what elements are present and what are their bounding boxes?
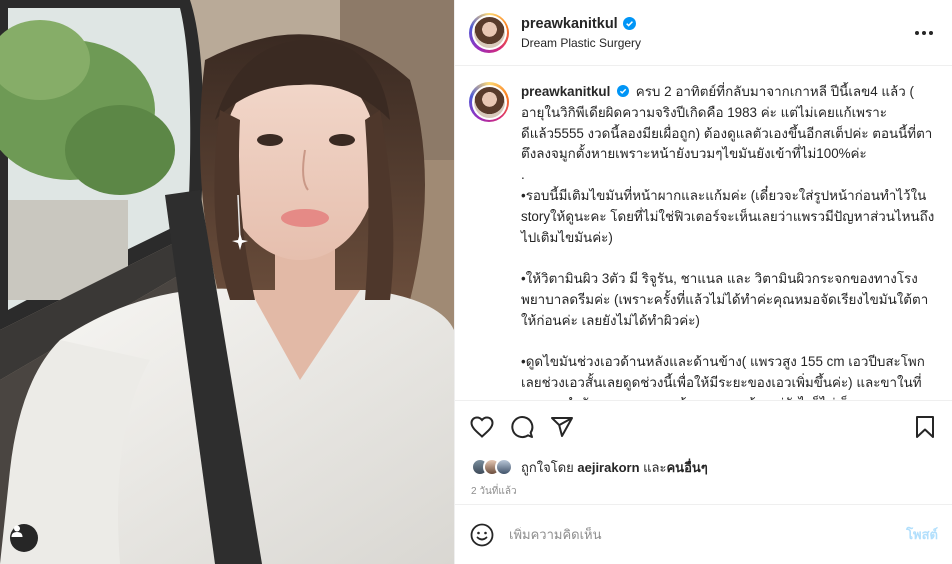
author-avatar[interactable] [469, 12, 509, 53]
bookmark-icon[interactable] [912, 414, 938, 440]
likes-prefix: ถูกใจโดย [521, 459, 578, 475]
caption-line [521, 248, 936, 269]
emoji-icon[interactable] [469, 522, 495, 548]
post-header: preawkanitkul Dream Plastic Surgery [455, 0, 952, 66]
comment-bar: โพสต์ [455, 504, 952, 564]
avatar [495, 458, 513, 476]
send-icon[interactable] [549, 414, 575, 440]
caption-line: •ให้วิตามินผิว 3ตัว มี ริจูรัน, ชาแนล แล… [521, 271, 929, 328]
caption-line: . [521, 167, 525, 183]
caption-line [521, 332, 936, 353]
action-bar [455, 400, 952, 452]
post-details-panel: preawkanitkul Dream Plastic Surgery prea… [454, 0, 952, 564]
caption-username[interactable]: preawkanitkul [521, 84, 610, 99]
caption-area: preawkanitkul ครบ 2 อาทิตย์ที่กลับมาจากเ… [455, 66, 952, 400]
likes-middle: และ [639, 459, 667, 475]
liker-username[interactable]: aejirakorn [577, 460, 639, 475]
more-icon[interactable] [912, 21, 936, 45]
post-dialog: preawkanitkul Dream Plastic Surgery prea… [0, 0, 952, 564]
post-timestamp[interactable]: 2 วันที่แล้ว [455, 482, 952, 504]
post-caption: preawkanitkul ครบ 2 อาทิตย์ที่กลับมาจากเ… [521, 82, 936, 400]
post-photo[interactable] [0, 0, 454, 564]
user-tag-icon[interactable] [10, 524, 38, 552]
liker-avatars[interactable] [471, 458, 513, 476]
comment-icon[interactable] [509, 414, 535, 440]
post-location[interactable]: Dream Plastic Surgery [521, 36, 912, 50]
author-username[interactable]: preawkanitkul [521, 16, 618, 32]
selfie-image [0, 0, 454, 564]
verified-icon [622, 17, 636, 30]
caption-line: •รอบนี้มีเติมไขมันที่หน้าผากและแก้มค่ะ (… [521, 187, 935, 245]
likes-text: ถูกใจโดย aejirakorn และคนอื่นๆ [521, 457, 708, 478]
verified-icon [617, 85, 630, 97]
likes-others-link[interactable]: คนอื่นๆ [666, 460, 707, 475]
likes-row: ถูกใจโดย aejirakorn และคนอื่นๆ [455, 452, 952, 482]
caption-line: •ดูดไขมันช่วงเอวด้านหลังและด้านข้าง( แพร… [521, 354, 925, 400]
post-comment-button[interactable]: โพสต์ [906, 524, 938, 545]
caption-author-avatar[interactable] [469, 82, 509, 122]
comment-input[interactable] [509, 527, 907, 542]
heart-icon[interactable] [469, 414, 495, 440]
